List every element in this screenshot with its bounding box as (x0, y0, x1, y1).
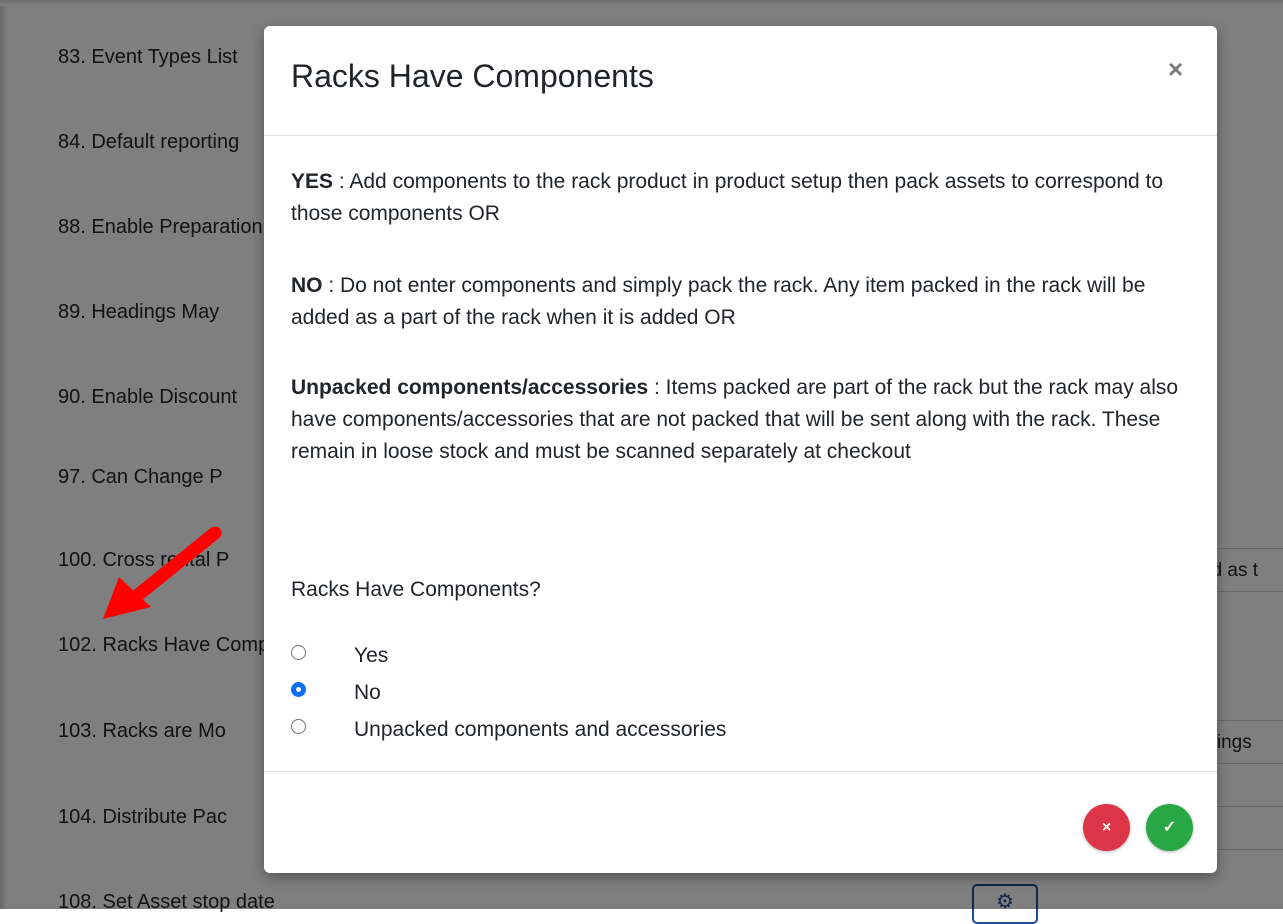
unpacked-description: Unpacked components/accessories : Items … (291, 372, 1191, 468)
no-text: : Do not enter components and simply pac… (291, 274, 1146, 329)
yes-description: YES : Add components to the rack product… (291, 166, 1191, 230)
radio-yes-label[interactable]: Yes (354, 640, 388, 672)
racks-components-modal: Racks Have Components × YES : Add compon… (264, 26, 1217, 873)
radio-yes[interactable] (291, 645, 306, 660)
question-label: Racks Have Components? (291, 578, 541, 601)
yes-text: : Add components to the rack product in … (291, 170, 1164, 225)
radio-unpacked-label[interactable]: Unpacked components and accessories (354, 714, 726, 746)
modal-title: Racks Have Components (291, 58, 654, 94)
checkmark-icon: ✓ (1162, 819, 1177, 836)
red-arrow-annotation (103, 526, 222, 619)
no-description: NO : Do not enter components and simply … (291, 270, 1191, 334)
modal-header: Racks Have Components × (264, 26, 1217, 136)
radio-no[interactable] (291, 682, 306, 697)
modal-footer: × ✓ (264, 771, 1217, 874)
close-icon: × (1101, 819, 1112, 836)
no-keyword: NO (291, 274, 323, 297)
unpacked-keyword: Unpacked components/accessories (291, 376, 649, 399)
radio-no-label[interactable]: No (354, 677, 381, 709)
close-icon[interactable]: × (1168, 54, 1183, 85)
cancel-button[interactable]: × (1083, 804, 1130, 851)
confirm-button[interactable]: ✓ (1146, 804, 1193, 851)
yes-keyword: YES (291, 170, 334, 193)
radio-unpacked[interactable] (291, 719, 306, 734)
